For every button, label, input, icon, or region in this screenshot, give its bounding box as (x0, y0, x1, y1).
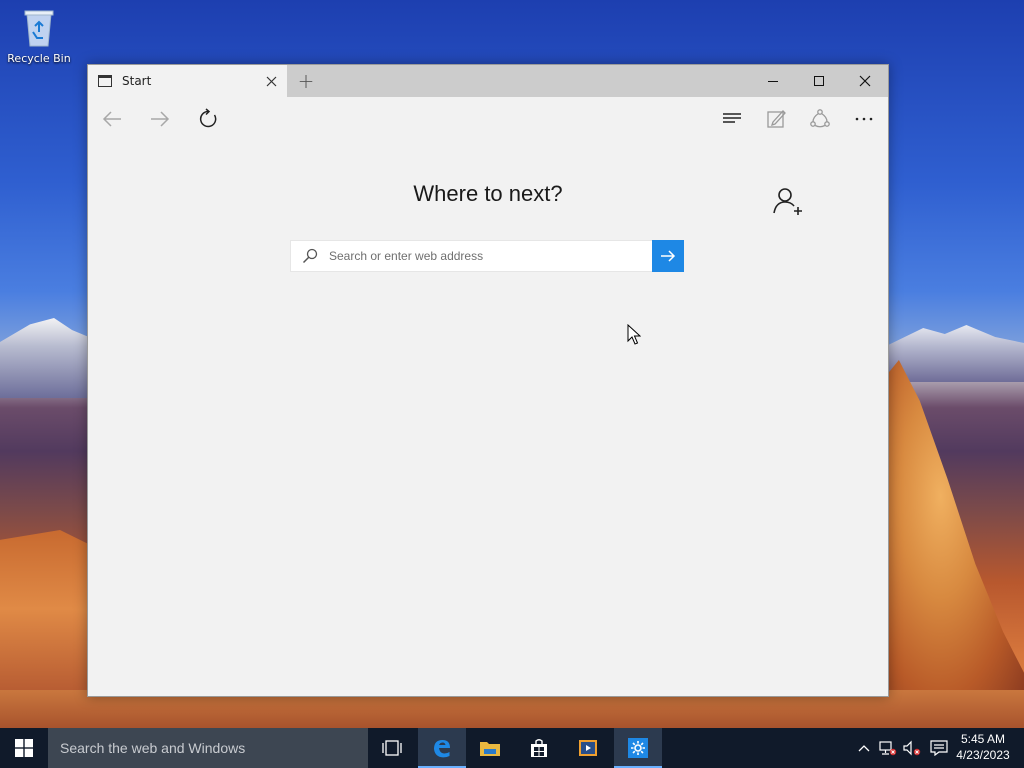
tab-page-icon (98, 75, 112, 87)
maximize-button[interactable] (796, 65, 842, 97)
taskbar-store[interactable] (515, 728, 563, 768)
mouse-cursor-icon (627, 324, 641, 345)
refresh-button[interactable] (190, 103, 226, 135)
more-button[interactable] (846, 103, 882, 135)
web-note-icon (767, 110, 786, 128)
taskbar: Search the web and Windows 5:45 AM 4/23/… (0, 728, 1024, 768)
start-page: Where to next? (88, 141, 888, 696)
web-note-button[interactable] (758, 103, 794, 135)
go-button[interactable] (652, 240, 684, 272)
search-icon (291, 241, 329, 271)
edge-icon (434, 740, 450, 758)
refresh-icon (199, 108, 217, 128)
recycle-bin-icon (21, 6, 57, 48)
back-button[interactable] (94, 103, 130, 135)
maximize-icon (814, 76, 824, 86)
taskbar-task-view[interactable] (368, 728, 416, 768)
network-button[interactable] (876, 728, 900, 768)
title-bar: Start + (88, 65, 888, 97)
share-icon (810, 109, 830, 128)
taskbar-clock[interactable]: 5:45 AM 4/23/2023 (950, 731, 1016, 763)
folder-icon (480, 742, 500, 756)
desktop-icon-recycle-bin[interactable]: Recycle Bin (4, 6, 74, 65)
media-icon (579, 740, 597, 756)
minimize-button[interactable] (750, 65, 796, 97)
store-icon (531, 739, 547, 757)
taskbar-settings[interactable] (614, 728, 662, 768)
close-icon (859, 75, 871, 87)
network-icon (879, 741, 897, 756)
action-center-icon (930, 740, 948, 756)
arrow-right-icon (661, 250, 676, 262)
volume-button[interactable] (900, 728, 924, 768)
search-input[interactable] (329, 241, 652, 271)
taskbar-file-explorer[interactable] (466, 728, 514, 768)
taskbar-search-box[interactable]: Search the web and Windows (48, 728, 368, 768)
start-button[interactable] (0, 728, 48, 768)
more-icon (855, 117, 873, 121)
add-profile-button[interactable] (772, 185, 804, 217)
close-button[interactable] (842, 65, 888, 97)
volume-muted-icon (903, 740, 921, 756)
navigation-toolbar (88, 97, 888, 141)
tab-close-button[interactable] (259, 69, 283, 93)
wallpaper-rock-arch (885, 360, 1024, 700)
new-tab-button[interactable]: + (292, 69, 320, 93)
tab-title: Start (122, 74, 152, 88)
back-arrow-icon (102, 111, 121, 127)
windows-logo-icon (15, 739, 33, 757)
chevron-up-icon (858, 745, 870, 752)
tab-start[interactable]: Start (88, 65, 287, 97)
page-title: Where to next? (413, 181, 563, 206)
share-button[interactable] (802, 103, 838, 135)
hub-icon (723, 113, 741, 123)
taskbar-media[interactable] (564, 728, 612, 768)
clock-time: 5:45 AM (960, 732, 1006, 746)
clock-date: 4/23/2023 (956, 748, 1010, 762)
taskbar-edge[interactable] (418, 728, 466, 768)
hub-button[interactable] (714, 103, 750, 135)
address-search-box (290, 240, 684, 272)
close-icon (266, 76, 276, 86)
person-add-icon (773, 188, 802, 215)
forward-arrow-icon (151, 111, 170, 127)
task-view-icon (382, 740, 402, 756)
minimize-icon (768, 80, 778, 82)
desktop-icon-label: Recycle Bin (7, 52, 71, 65)
forward-button[interactable] (142, 103, 178, 135)
edge-browser-window: Start + Where to next? Search or enter w… (87, 64, 889, 697)
gear-icon (628, 738, 648, 758)
show-hidden-icons-button[interactable] (852, 728, 876, 768)
system-tray (852, 728, 954, 768)
